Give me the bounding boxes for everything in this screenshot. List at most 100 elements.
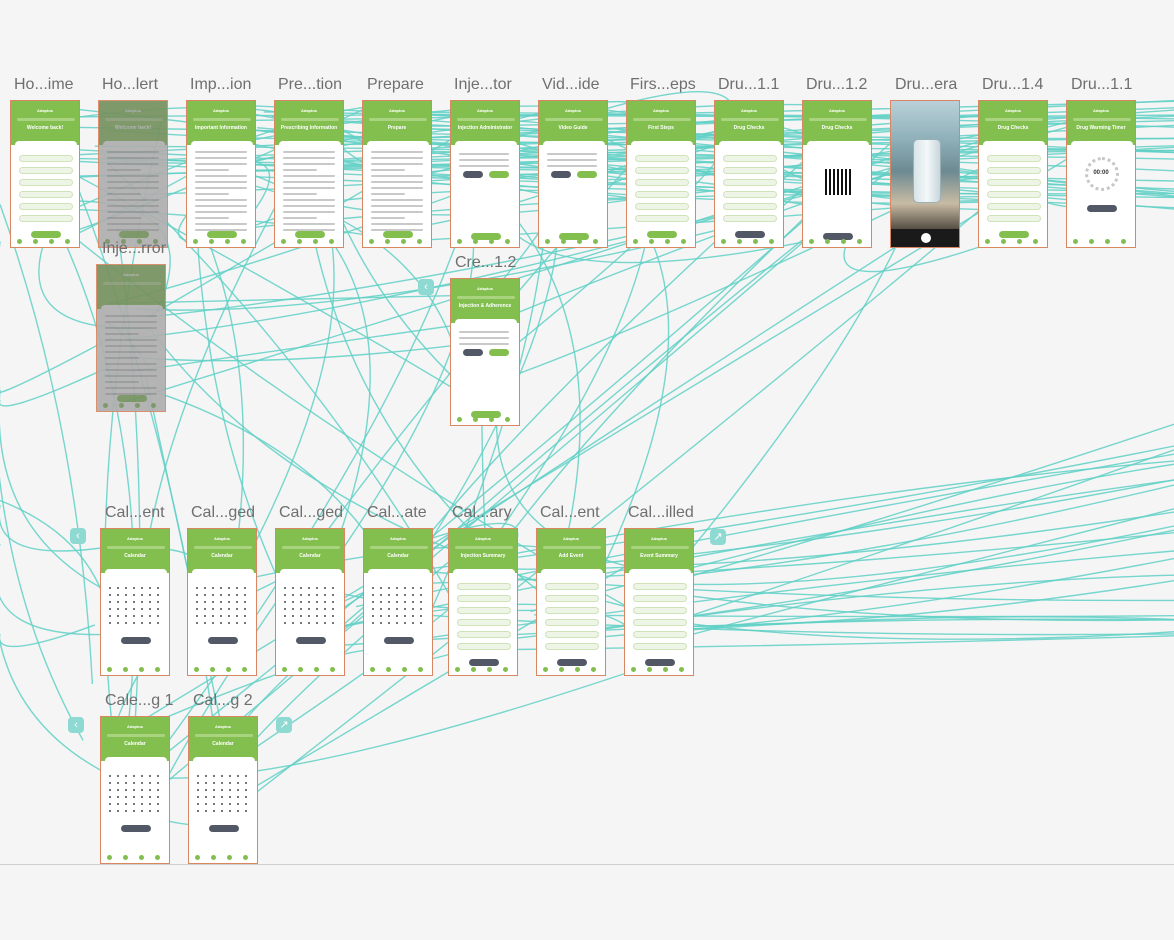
prototype-canvas[interactable]: Ho...ime Adaptus Welcome back! Ho...lert Ada…	[0, 0, 1174, 940]
tab-bar-icon[interactable]	[561, 239, 566, 244]
calendar-day[interactable]	[324, 608, 326, 610]
calendar-day[interactable]	[396, 608, 398, 610]
calendar-day[interactable]	[141, 803, 143, 805]
list-row[interactable]	[457, 631, 511, 638]
calendar-day[interactable]	[213, 803, 215, 805]
tab-bar-icon[interactable]	[210, 667, 215, 672]
calendar-day[interactable]	[141, 810, 143, 812]
tab-bar-icon[interactable]	[681, 239, 686, 244]
calendar-day[interactable]	[332, 601, 334, 603]
tab-bar-icon[interactable]	[633, 239, 638, 244]
calendar-day[interactable]	[125, 615, 127, 617]
option-button[interactable]	[463, 171, 483, 178]
tab-bar-icon[interactable]	[17, 239, 22, 244]
frame-label[interactable]: Inje...rror	[102, 240, 166, 258]
tab-bar-icon[interactable]	[385, 239, 390, 244]
tab-bar-icon[interactable]	[1001, 239, 1006, 244]
calendar-day[interactable]	[221, 782, 223, 784]
calendar-day[interactable]	[141, 601, 143, 603]
continue-button[interactable]	[117, 395, 147, 402]
list-row[interactable]	[19, 215, 73, 222]
list-row[interactable]	[457, 643, 511, 650]
calendar-day[interactable]	[316, 608, 318, 610]
calendar-day[interactable]	[244, 594, 246, 596]
calendar-day[interactable]	[388, 601, 390, 603]
calendar-day[interactable]	[141, 782, 143, 784]
list-row[interactable]	[635, 167, 689, 174]
continue-button[interactable]	[295, 231, 325, 238]
calendar-day[interactable]	[372, 615, 374, 617]
tab-bar-icon[interactable]	[473, 417, 478, 422]
tab-bar-icon[interactable]	[209, 239, 214, 244]
calendar-day[interactable]	[420, 594, 422, 596]
calendar-day[interactable]	[308, 594, 310, 596]
calendar-day[interactable]	[149, 594, 151, 596]
option-button[interactable]	[577, 171, 597, 178]
calendar-day[interactable]	[149, 810, 151, 812]
frame-label[interactable]: Vid...ide	[542, 76, 600, 94]
tab-bar-icon[interactable]	[241, 239, 246, 244]
screen-frame[interactable]: Adaptus Calendar	[100, 528, 170, 676]
calendar-day[interactable]	[117, 810, 119, 812]
list-row[interactable]	[633, 607, 687, 614]
tab-bar-icon[interactable]	[49, 239, 54, 244]
list-row[interactable]	[635, 179, 689, 186]
calendar-day[interactable]	[212, 622, 214, 624]
calendar-day[interactable]	[157, 782, 159, 784]
calendar-day[interactable]	[388, 608, 390, 610]
calendar-day[interactable]	[141, 615, 143, 617]
add-event-button[interactable]	[121, 825, 151, 832]
calendar-day[interactable]	[204, 594, 206, 596]
calendar-day[interactable]	[396, 601, 398, 603]
list-row[interactable]	[633, 619, 687, 626]
calendar-day[interactable]	[133, 615, 135, 617]
calendar-day[interactable]	[229, 782, 231, 784]
tab-bar-icon[interactable]	[559, 667, 564, 672]
calendar-day[interactable]	[404, 608, 406, 610]
calendar-day[interactable]	[308, 608, 310, 610]
screen-frame[interactable]: Adaptus Drug Checks	[714, 100, 784, 248]
list-row[interactable]	[545, 619, 599, 626]
calendar-day[interactable]	[204, 601, 206, 603]
list-row[interactable]	[635, 203, 689, 210]
add-event-button[interactable]	[209, 825, 239, 832]
frame-label[interactable]: Cal...ent	[105, 504, 165, 522]
list-row[interactable]	[635, 155, 689, 162]
tab-bar-icon[interactable]	[401, 239, 406, 244]
calendar-day[interactable]	[133, 810, 135, 812]
frame-label[interactable]: Cre...1.2	[455, 254, 516, 272]
calendar-day[interactable]	[149, 803, 151, 805]
tab-bar-icon[interactable]	[809, 239, 814, 244]
tab-bar-icon[interactable]	[665, 239, 670, 244]
calendar-grid[interactable]	[109, 587, 163, 627]
calendar-day[interactable]	[380, 615, 382, 617]
calendar-day[interactable]	[380, 608, 382, 610]
calendar-grid[interactable]	[109, 775, 163, 815]
calendar-day[interactable]	[324, 622, 326, 624]
calendar-day[interactable]	[412, 594, 414, 596]
screen-frame[interactable]: Adaptus Prescribing Information	[274, 100, 344, 248]
frame-label[interactable]: Ho...ime	[14, 76, 74, 94]
calendar-day[interactable]	[197, 796, 199, 798]
tab-bar-icon[interactable]	[631, 667, 636, 672]
tab-bar-icon[interactable]	[543, 667, 548, 672]
frame-label[interactable]: Pre...tion	[278, 76, 342, 94]
calendar-day[interactable]	[324, 615, 326, 617]
calendar-day[interactable]	[117, 587, 119, 589]
calendar-day[interactable]	[284, 622, 286, 624]
list-row[interactable]	[633, 643, 687, 650]
frame-label[interactable]: Cal...ged	[279, 504, 343, 522]
calendar-day[interactable]	[197, 789, 199, 791]
calendar-day[interactable]	[380, 601, 382, 603]
calendar-day[interactable]	[149, 782, 151, 784]
list-row[interactable]	[635, 215, 689, 222]
calendar-day[interactable]	[205, 810, 207, 812]
calendar-day[interactable]	[149, 775, 151, 777]
calendar-day[interactable]	[388, 622, 390, 624]
calendar-day[interactable]	[245, 775, 247, 777]
calendar-day[interactable]	[228, 622, 230, 624]
tab-bar-icon[interactable]	[119, 403, 124, 408]
tab-bar-icon[interactable]	[545, 239, 550, 244]
calendar-grid[interactable]	[284, 587, 338, 627]
calendar-day[interactable]	[157, 810, 159, 812]
